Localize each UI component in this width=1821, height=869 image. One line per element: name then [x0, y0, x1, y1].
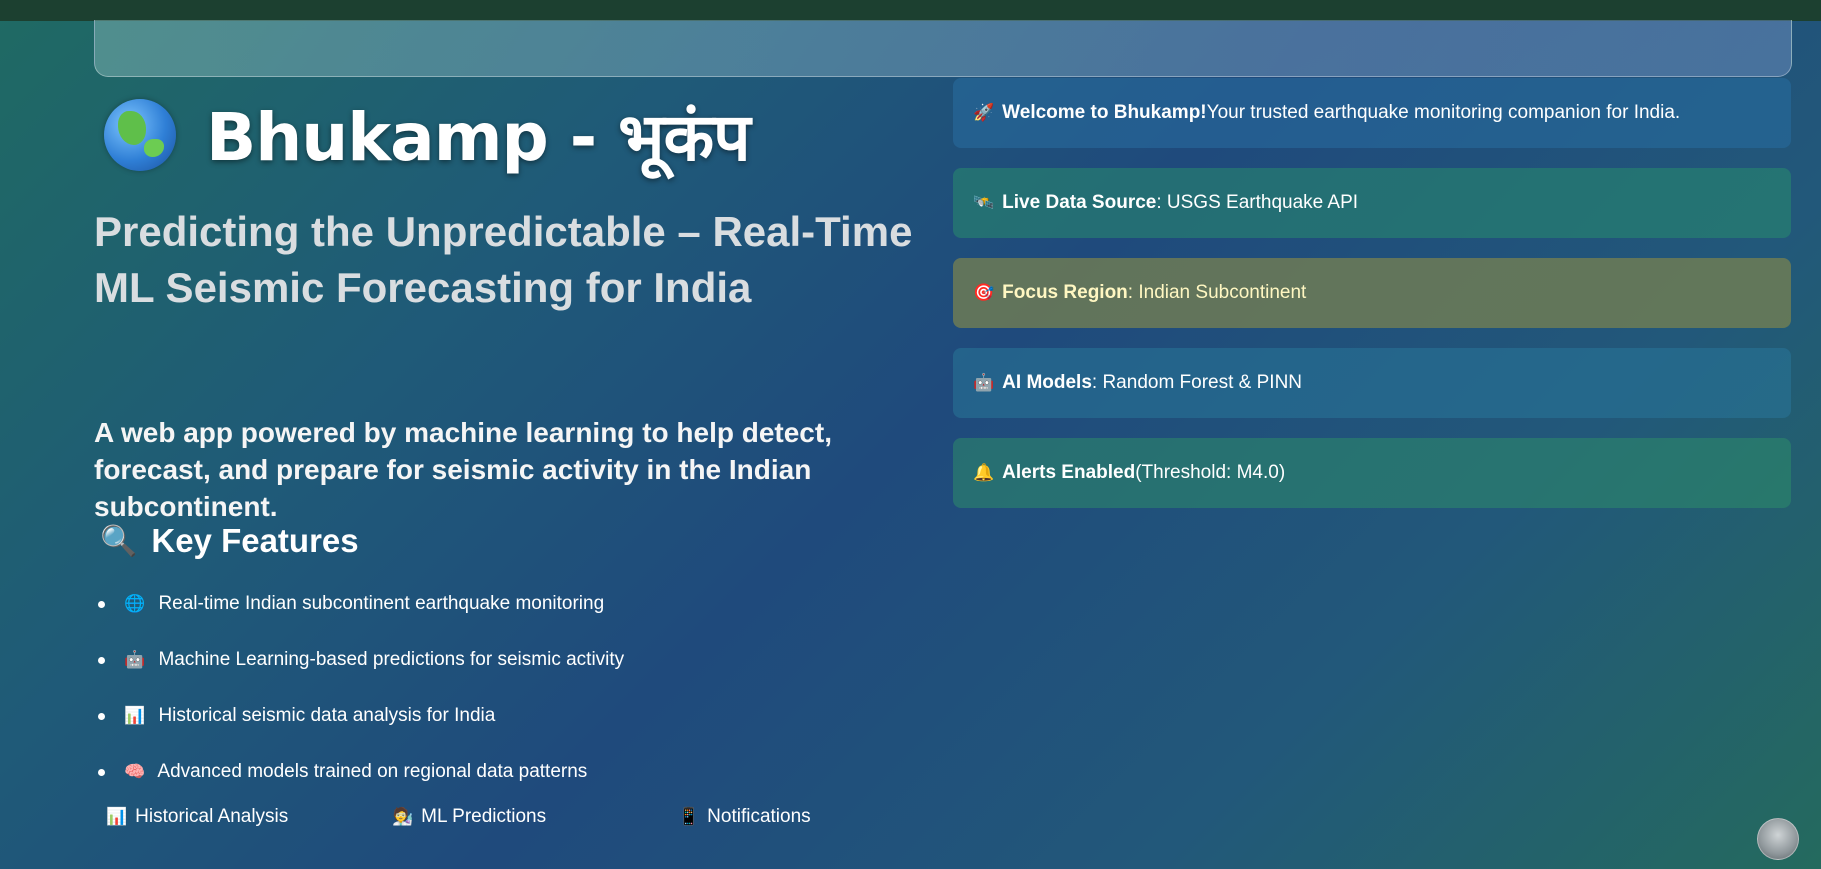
feature-item-models: 🧠 Advanced models trained on regional da…	[94, 754, 894, 810]
info-cards: 🚀 Welcome to Bhukamp! Your trusted earth…	[953, 78, 1791, 528]
feature-list: 🌐 Real-time Indian subcontinent earthqua…	[94, 586, 894, 810]
user-avatar[interactable]	[1757, 818, 1799, 860]
app-description: A web app powered by machine learning to…	[94, 417, 832, 522]
page-title: Bhukamp - भूकंप	[104, 90, 751, 180]
bullet-icon	[98, 769, 105, 776]
welcome-card: 🚀 Welcome to Bhukamp! Your trusted earth…	[953, 78, 1791, 148]
nav-historical-analysis[interactable]: 📊 Historical Analysis	[106, 806, 392, 828]
card-text: : USGS Earthquake API	[1156, 192, 1359, 213]
globe-icon	[104, 99, 176, 171]
bar-chart-icon: 📊	[124, 706, 146, 726]
focus-region-card: 🎯 Focus Region : Indian Subcontinent	[953, 258, 1791, 328]
card-text: Your trusted earthquake monitoring compa…	[1206, 102, 1681, 123]
bullet-icon	[98, 713, 105, 720]
browser-top-bar	[0, 0, 1821, 21]
target-icon: 🎯	[973, 283, 995, 303]
robot-icon: 🤖	[973, 373, 995, 393]
feature-text: Advanced models trained on regional data…	[157, 761, 588, 782]
nav-label: Notifications	[707, 806, 811, 827]
feature-item-historical: 📊 Historical seismic data analysis for I…	[94, 698, 894, 754]
feature-item-monitoring: 🌐 Real-time Indian subcontinent earthqua…	[94, 586, 894, 642]
bullet-icon	[98, 601, 105, 608]
card-title: Live Data Source	[1002, 192, 1157, 213]
bar-chart-icon: 📊	[106, 807, 128, 827]
header-panel	[94, 20, 1792, 77]
rocket-icon: 🚀	[973, 103, 995, 123]
ai-models-card: 🤖 AI Models : Random Forest & PINN	[953, 348, 1791, 418]
key-features-label: Key Features	[151, 522, 359, 559]
app-title: Bhukamp - भूकंप	[206, 99, 751, 176]
brain-icon: 🧠	[124, 762, 146, 782]
bullet-icon	[98, 657, 105, 664]
page-subtitle: Predicting the Unpredictable – Real-Time…	[94, 208, 913, 311]
card-title: Focus Region	[1002, 282, 1128, 303]
bottom-navigation: 📊 Historical Analysis 🧑‍🔬 ML Predictions…	[106, 806, 964, 828]
bell-icon: 🔔	[973, 463, 995, 483]
nav-notifications[interactable]: 📱 Notifications	[678, 806, 964, 828]
nav-ml-predictions[interactable]: 🧑‍🔬 ML Predictions	[392, 806, 678, 828]
satellite-icon: 🛰️	[973, 193, 995, 213]
data-source-card: 🛰️ Live Data Source : USGS Earthquake AP…	[953, 168, 1791, 238]
card-title: Welcome to Bhukamp!	[1002, 102, 1207, 123]
card-title: AI Models	[1002, 372, 1092, 393]
card-text: : Random Forest & PINN	[1091, 372, 1303, 393]
feature-text: Machine Learning-based predictions for s…	[158, 649, 625, 670]
feature-item-predictions: 🤖 Machine Learning-based predictions for…	[94, 642, 894, 698]
alerts-card: 🔔 Alerts Enabled (Threshold: M4.0)	[953, 438, 1791, 508]
globe-network-icon: 🌐	[124, 594, 146, 614]
nav-label: Historical Analysis	[135, 806, 289, 827]
feature-text: Real-time Indian subcontinent earthquake…	[158, 593, 605, 614]
magnifier-icon: 🔍	[100, 523, 138, 559]
robot-icon: 🤖	[124, 650, 146, 670]
key-features-heading: 🔍 Key Features	[100, 522, 359, 560]
card-text: : Indian Subcontinent	[1127, 282, 1307, 303]
mobile-phone-icon: 📱	[678, 807, 700, 827]
card-title: Alerts Enabled	[1002, 462, 1136, 483]
feature-text: Historical seismic data analysis for Ind…	[158, 705, 496, 726]
scientist-icon: 🧑‍🔬	[392, 807, 414, 827]
card-text: (Threshold: M4.0)	[1135, 462, 1286, 483]
nav-label: ML Predictions	[421, 806, 547, 827]
